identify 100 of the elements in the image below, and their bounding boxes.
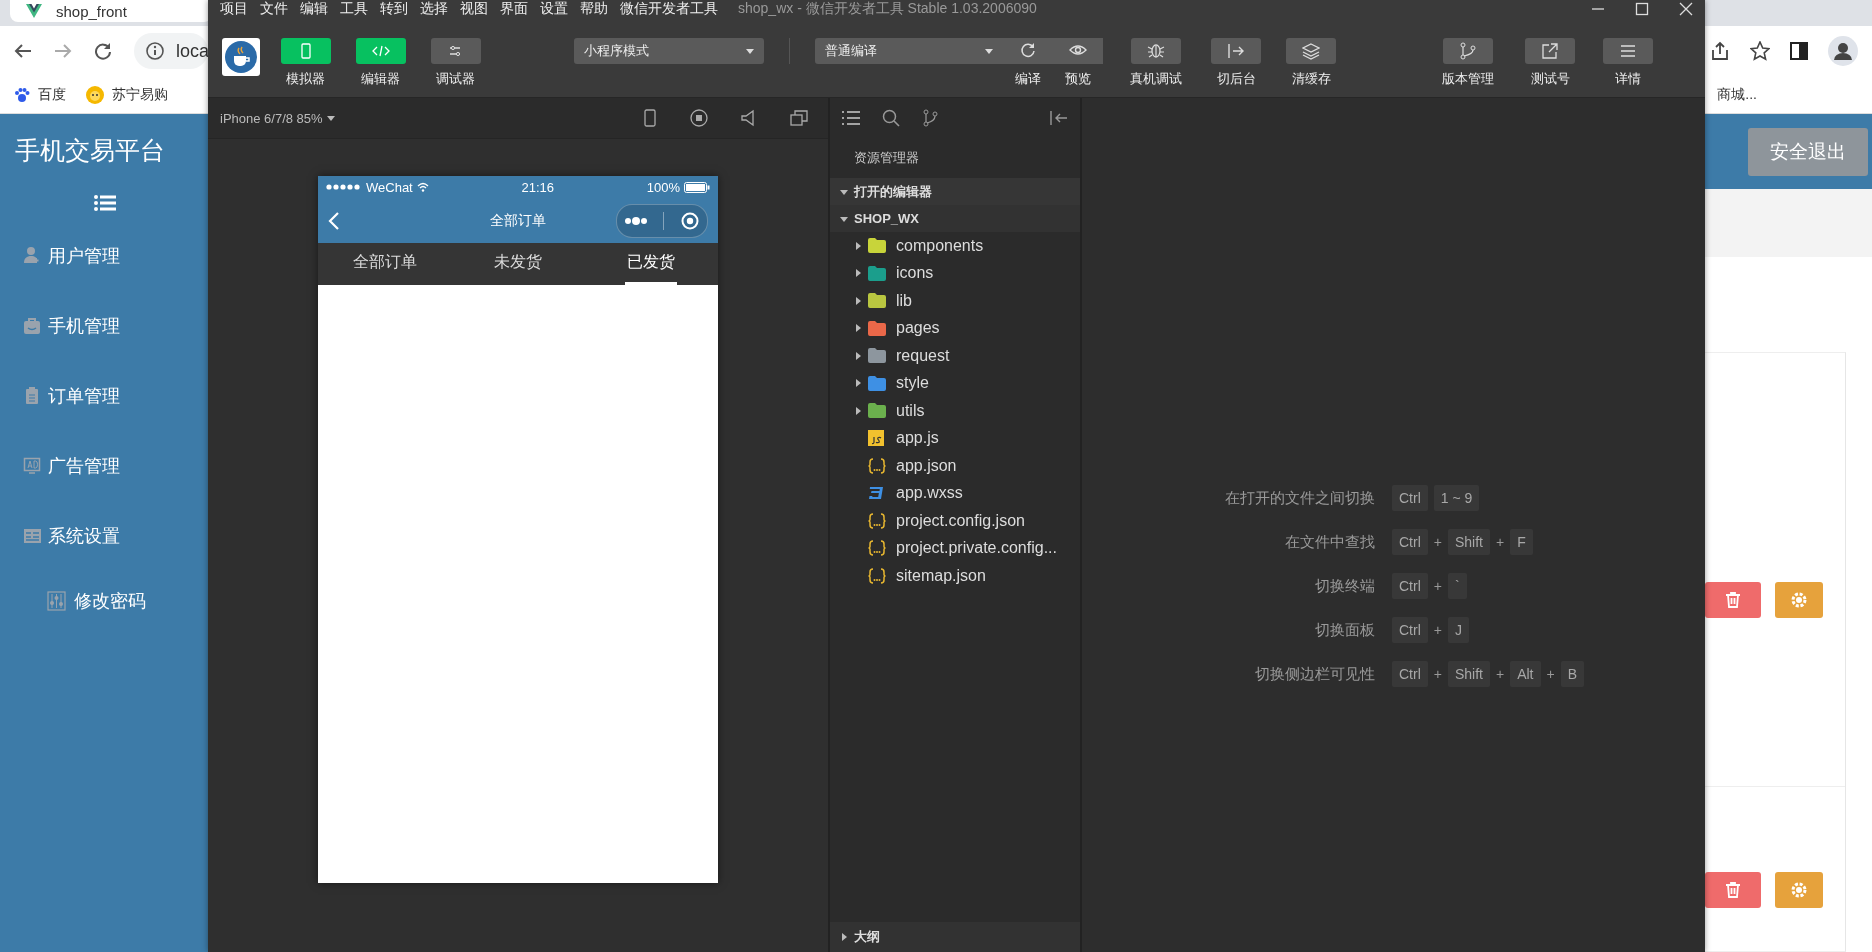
key-cap: B [1560,661,1585,687]
file-tree-item[interactable]: sitemap.json [830,562,1080,590]
file-tree-item[interactable]: pages [830,314,1080,342]
shortcut-label: 在打开的文件之间切换 [1224,488,1375,508]
toolbar-label: 真机调试 [1130,70,1182,88]
delete-button[interactable] [1705,872,1761,908]
sidebar-item[interactable]: 系统设置 [0,501,208,571]
compile-select[interactable]: 普通编译 [815,38,1003,64]
lion-icon [86,85,104,104]
file-tree-item[interactable]: app.wxss [830,479,1080,507]
menu-item[interactable]: 微信开发者工具 [620,0,718,18]
file-tree-item[interactable]: app.js [830,424,1080,452]
windows-icon[interactable] [790,109,808,127]
file-tree-item[interactable]: icons [830,259,1080,287]
page-title: 全部订单 [490,211,546,228]
profile-icon[interactable] [1828,36,1858,66]
file-tree-item[interactable]: lib [830,287,1080,315]
shortcut-label: 在文件中查找 [1284,532,1375,552]
address-field[interactable]: loca [134,33,208,69]
toolbar-toggle[interactable] [430,38,481,64]
sidebar-icon[interactable] [1790,42,1808,60]
js-file-icon [868,430,884,447]
external-link-icon [1541,42,1559,60]
key-cap: Shift [1447,661,1490,687]
section-header[interactable]: SHOP_WX [830,205,1080,232]
bug-icon [1147,42,1165,60]
close-icon[interactable] [1679,2,1693,16]
stop-icon[interactable] [690,109,708,127]
file-tree-item[interactable]: project.private.config... [830,534,1080,562]
menu-item[interactable]: 视图 [460,0,488,18]
menu-item[interactable]: 编辑 [300,0,328,18]
menu-item[interactable]: 帮助 [580,0,608,18]
reload-icon[interactable] [94,42,112,60]
maximize-icon[interactable] [1635,2,1649,16]
toolbar-toggle[interactable] [355,38,406,64]
device-select[interactable]: iPhone 6/7/8 85% [220,110,335,126]
braces-icon [868,567,886,584]
file-tree-item[interactable]: utils [830,397,1080,425]
section-header[interactable]: 打开的编辑器 [830,178,1080,205]
settings-icon [1789,591,1808,609]
ad-icon [23,456,42,476]
menu-item[interactable]: 转到 [380,0,408,18]
sidebar-item[interactable]: 用户管理 [0,221,208,291]
menu-item[interactable]: 工具 [340,0,368,18]
refresh-icon [1019,42,1037,60]
phone-icon[interactable] [642,109,658,127]
menu-item[interactable]: 设置 [540,0,568,18]
file-tree-item[interactable]: style [830,369,1080,397]
share-icon[interactable] [1710,41,1730,61]
toolbar-button[interactable] [1211,38,1261,64]
sidebar-item[interactable]: 订单管理 [0,361,208,431]
key-cap: J [1447,617,1469,643]
capsule-button[interactable] [616,203,708,238]
key-cap: Ctrl [1392,573,1428,599]
toolbar-button[interactable] [1443,38,1493,64]
toolbar-label: 预览 [1065,70,1091,88]
file-tree-item[interactable]: project.config.json [830,507,1080,535]
project-avatar[interactable] [222,38,260,76]
sidebar-item[interactable]: 广告管理 [0,431,208,501]
section-header[interactable]: 大纲 [830,922,1080,952]
back-icon[interactable] [328,210,340,231]
key-cap: F [1510,529,1533,555]
menu-item[interactable]: 文件 [260,0,288,18]
toolbar-button[interactable] [1053,38,1103,64]
order-tab[interactable]: 未发货 [492,243,544,285]
back-icon[interactable] [14,42,32,60]
search-icon[interactable] [882,109,900,127]
battery-label: 100% [646,179,680,195]
file-tree-item[interactable]: components [830,232,1080,260]
file-tree-item[interactable]: request [830,342,1080,370]
signal-icon [326,184,362,190]
branch-icon[interactable] [922,109,938,127]
file-tree-item[interactable]: app.json [830,452,1080,480]
bag-icon [23,316,42,336]
toolbar-button[interactable] [1286,38,1336,64]
sidebar-item[interactable]: 手机管理 [0,291,208,361]
toolbar-toggle[interactable] [280,38,331,64]
delete-button[interactable] [1705,582,1761,618]
toolbar-label: 切后台 [1216,70,1256,88]
sidebar-item[interactable]: 修改密码 [0,571,208,631]
key-cap: Ctrl [1392,485,1428,511]
collapse-panel-icon[interactable] [1050,110,1068,126]
order-tab[interactable]: 已发货 [625,243,678,285]
order-tab[interactable]: 全部订单 [350,243,419,285]
mode-select[interactable]: 小程序模式 [574,38,764,64]
bookmark[interactable]: 苏宁易购 [86,85,168,104]
menu-item[interactable]: 界面 [500,0,528,18]
user-icon [23,246,42,266]
menu-item[interactable]: 项目 [220,0,248,18]
menu-icon[interactable] [94,194,116,212]
list-icon[interactable] [842,110,860,126]
toolbar-label: 调试器 [436,70,475,88]
bookmark[interactable]: 百度 [14,85,66,104]
toolbar-button[interactable] [1525,38,1575,64]
shortcut-label: 切换侧边栏可见性 [1254,664,1375,684]
toolbar-button[interactable] [1603,38,1653,64]
bookmark[interactable]: 商城... [1717,85,1757,104]
menu-item[interactable]: 选择 [420,0,448,18]
toolbar-button[interactable] [1131,38,1181,64]
star-icon[interactable] [1750,41,1770,61]
